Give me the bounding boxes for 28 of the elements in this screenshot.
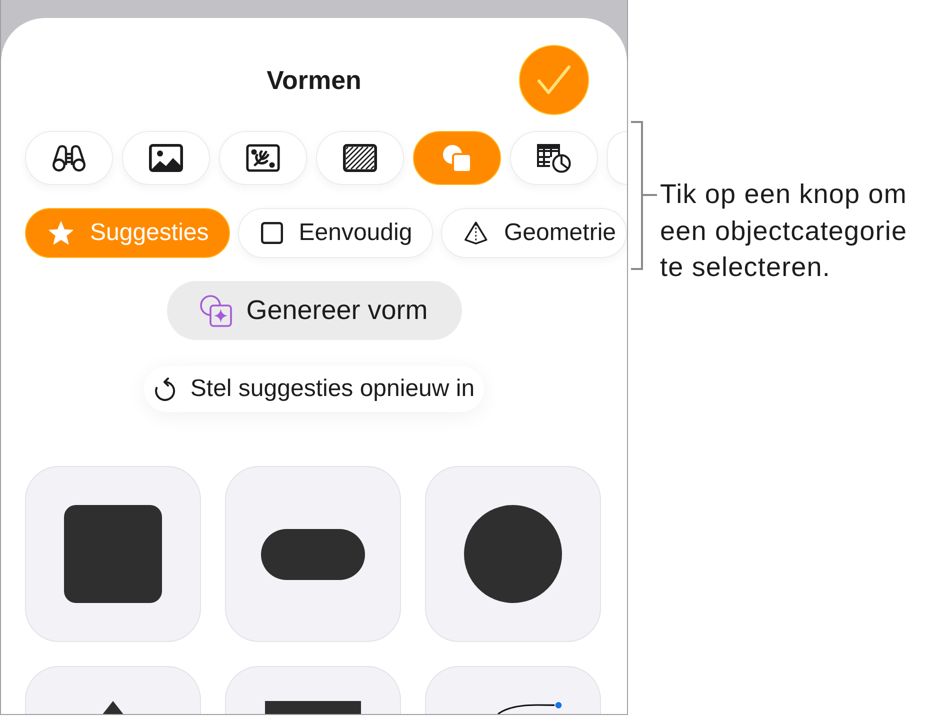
- square-icon: [260, 222, 283, 244]
- leaf-frame-icon: [246, 144, 280, 172]
- filter-button[interactable]: Geometrie: [441, 208, 627, 258]
- star-icon: [48, 220, 74, 246]
- callout-text: Tik op een knop om een objectcategorie te selecteren.: [660, 178, 908, 284]
- generate-shape-button[interactable]: Genereer vorm: [166, 281, 462, 340]
- capsule-icon: [261, 528, 365, 580]
- rounded-square-icon: [64, 505, 162, 603]
- pyramid-icon: [464, 220, 488, 246]
- photo-icon: [149, 144, 183, 172]
- shapes-icon: [442, 144, 472, 172]
- triangle-icon: [102, 701, 124, 714]
- circle-icon: [464, 505, 562, 603]
- table-chart-icon: [536, 143, 572, 173]
- sheet-title: Vormen: [266, 64, 362, 96]
- shape-tile[interactable]: [25, 666, 201, 714]
- shape-tile[interactable]: [425, 666, 601, 714]
- shape-tile[interactable]: [425, 466, 601, 642]
- binoculars-icon: [52, 144, 86, 172]
- reset-suggestions-button[interactable]: Stel suggesties opnieuw in: [144, 366, 484, 412]
- filter-button[interactable]: Eenvoudig: [238, 208, 434, 258]
- shape-tile[interactable]: [225, 466, 401, 642]
- shape-sparkle-icon: [200, 294, 232, 326]
- shape-tile[interactable]: [25, 466, 201, 642]
- shape-tile[interactable]: [225, 666, 401, 714]
- reset-icon: [153, 376, 178, 402]
- checkmark-icon: [537, 65, 571, 95]
- hatched-rectangle-icon: [343, 144, 377, 172]
